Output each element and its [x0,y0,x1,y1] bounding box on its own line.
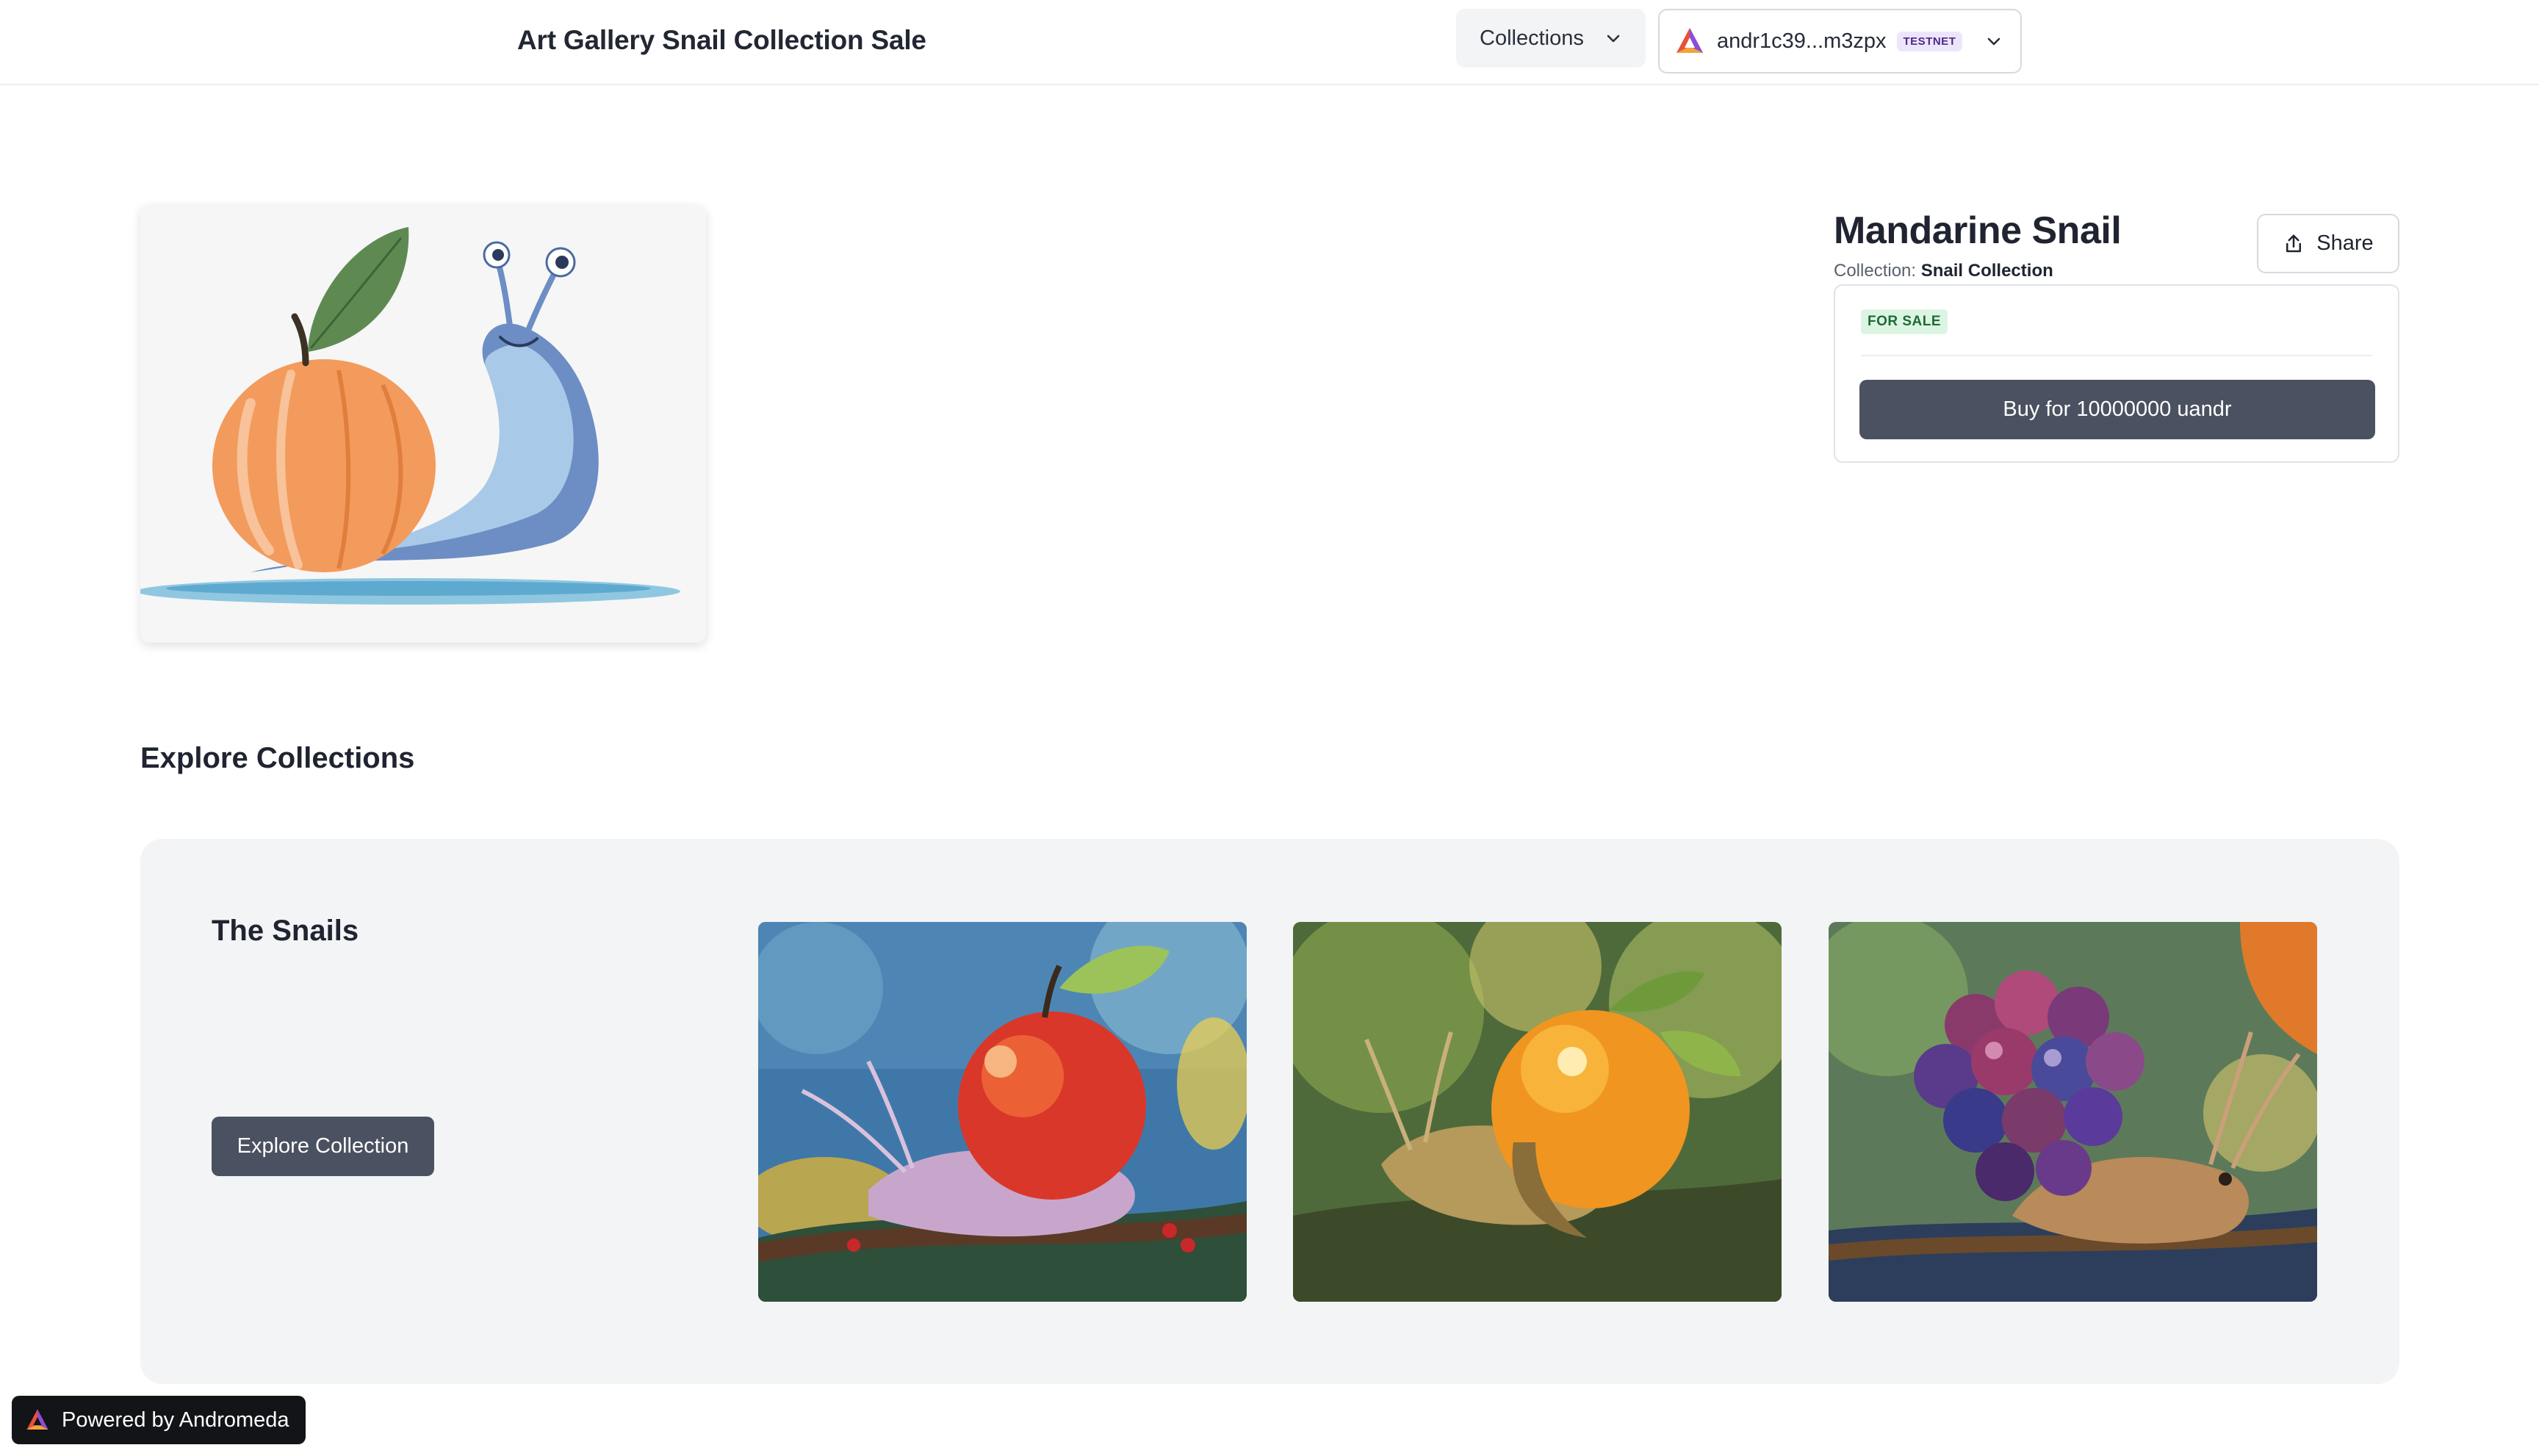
collection-thumbnail-orange-snail[interactable] [1293,922,1782,1302]
share-label: Share [2316,231,2374,255]
top-navbar: Art Gallery Snail Collection Sale Collec… [0,0,2539,85]
nft-image-card[interactable] [140,205,706,643]
buy-button[interactable]: Buy for 10000000 uandr [1859,380,2375,439]
collections-dropdown-button[interactable]: Collections [1456,9,1646,68]
chevron-down-icon [1987,37,2000,46]
grape-snail-painting [1829,922,2317,1302]
collection-name-link[interactable]: Snail Collection [1921,261,2053,281]
collection-prefix: Collection: [1834,261,1917,281]
nft-title: Mandarine Snail [1834,209,2122,252]
explore-heading: Explore Collections [140,742,415,774]
wallet-address: andr1c39...m3zpx [1717,29,1887,53]
andromeda-logo-icon [1677,28,1703,53]
status-badge: FOR SALE [1861,309,1948,334]
collection-thumbnail-grape-snail[interactable] [1829,922,2317,1302]
share-button[interactable]: Share [2257,214,2399,273]
divider [1861,355,2372,356]
orange-snail-painting [1293,922,1782,1302]
powered-by-label: Powered by Andromeda [62,1408,289,1432]
andromeda-logo-icon [26,1409,48,1430]
chevron-down-icon [1607,35,1620,43]
powered-by-badge[interactable]: Powered by Andromeda [12,1396,306,1444]
wallet-dropdown-button[interactable]: andr1c39...m3zpx TESTNET [1658,9,2022,73]
collections-label: Collections [1480,26,1584,50]
mandarine-snail-image [140,205,706,643]
nft-collection-line: Collection: Snail Collection [1834,261,2053,281]
network-badge: TESTNET [1896,31,1963,51]
share-icon [2286,234,2302,252]
collection-title: The Snails [212,915,359,947]
explore-collection-button[interactable]: Explore Collection [212,1117,434,1176]
collection-card: The Snails Explore Collection [140,839,2399,1384]
site-title[interactable]: Art Gallery Snail Collection Sale [517,25,926,56]
apple-snail-painting [758,922,1247,1302]
collection-thumbnail-apple-snail[interactable] [758,922,1247,1302]
sale-box: FOR SALE Buy for 10000000 uandr [1834,284,2399,463]
